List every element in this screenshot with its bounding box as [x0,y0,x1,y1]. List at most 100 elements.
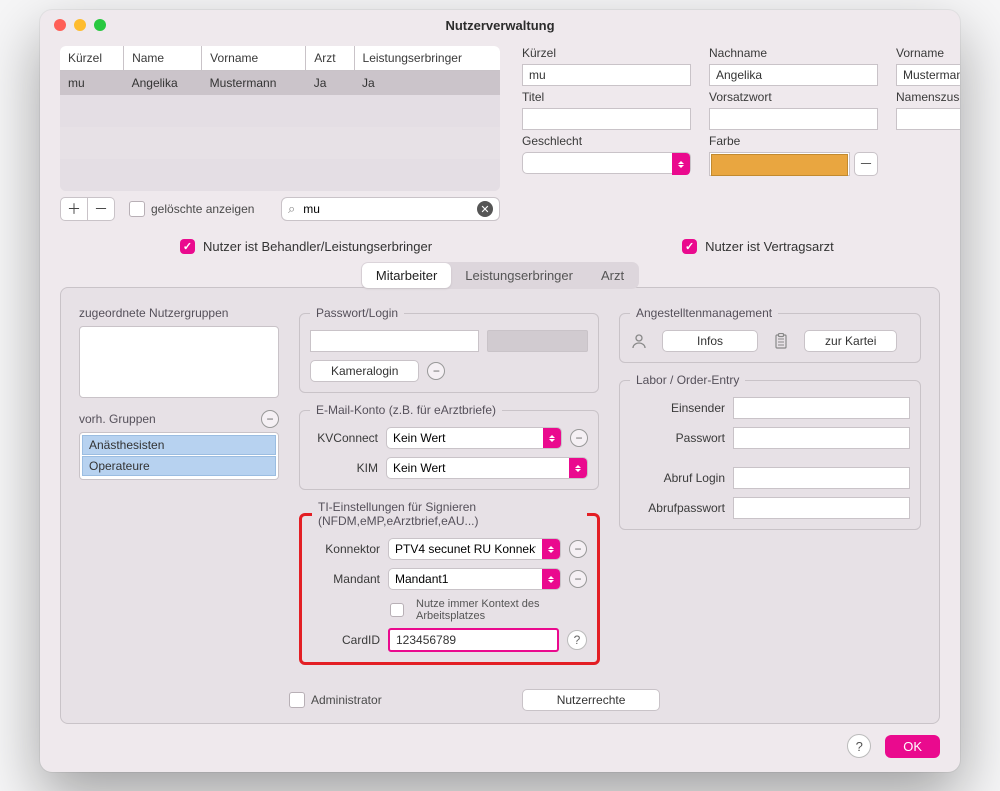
abruf-field[interactable] [733,467,910,489]
email-legend: E-Mail-Konto (z.B. für eArztbriefe) [310,403,502,417]
clipboard-icon [772,332,790,350]
remove-kameralogin-button[interactable]: − [427,362,445,380]
col-kuerzel[interactable]: Kürzel [60,46,124,71]
titel-field[interactable] [522,108,691,130]
table-row[interactable]: mu Angelika Mustermann Ja Ja [60,71,500,96]
geschlecht-select[interactable] [522,152,691,176]
tab-arzt[interactable]: Arzt [587,263,638,288]
geschlecht-label: Geschlecht [522,134,691,148]
table-row[interactable] [60,95,500,127]
vorsatz-label: Vorsatzwort [709,90,878,104]
titel-label: Titel [522,90,691,104]
ok-button[interactable]: OK [885,735,940,758]
mandant-select[interactable] [388,568,561,590]
kvconnect-label: KVConnect [310,431,378,445]
available-groups-list[interactable]: Anästhesisten Operateure [79,432,279,480]
kontext-toggle[interactable]: Nutze immer Kontext des Arbeitsplatzes [390,598,587,622]
checkmark-icon: ✓ [682,239,697,254]
checkbox-icon [289,692,305,708]
remove-group-button[interactable]: − [261,410,279,428]
login-legend: Passwort/Login [310,306,404,320]
checkbox-icon [129,201,145,217]
kvconnect-clear-button[interactable]: − [570,429,588,447]
table-row[interactable] [60,127,500,159]
vertragsarzt-toggle[interactable]: ✓ Nutzer ist Vertragsarzt [682,239,834,254]
add-user-button[interactable]: ＋ [60,197,88,221]
einsender-field[interactable] [733,397,910,419]
help-button[interactable]: ? [847,734,871,758]
checkbox-icon [390,603,404,617]
mgmt-fieldset: Angestelltenmanagement Infos zur Kartei [619,306,921,363]
mandant-clear-button[interactable]: − [569,570,587,588]
mandant-label: Mandant [312,572,380,586]
konnektor-clear-button[interactable]: − [569,540,587,558]
farbe-label: Farbe [709,134,878,148]
behandler-toggle[interactable]: ✓ Nutzer ist Behandler/Leistungserbringe… [180,239,432,254]
labor-passwort-label: Passwort [630,431,725,445]
administrator-toggle[interactable]: Administrator [289,692,382,708]
color-remove-button[interactable]: － [854,152,878,176]
vorname-field[interactable] [896,64,960,86]
titlebar: Nutzerverwaltung [40,10,960,40]
konnektor-label: Konnektor [312,542,380,556]
abrufpw-field[interactable] [733,497,910,519]
email-fieldset: E-Mail-Konto (z.B. für eArztbriefe) KVCo… [299,403,599,490]
login-fieldset: Passwort/Login Kameralogin − [299,306,599,393]
kim-label: KIM [310,461,378,475]
vorsatz-field[interactable] [709,108,878,130]
kameralogin-button[interactable]: Kameralogin [310,360,419,382]
nutzerrechte-button[interactable]: Nutzerrechte [522,689,661,711]
search-icon: ⌕ [288,201,295,217]
labor-legend: Labor / Order-Entry [630,373,745,387]
window: Nutzerverwaltung Kürzel Name Vorname Arz… [40,10,960,772]
nachname-label: Nachname [709,46,878,60]
clear-search-icon[interactable]: ✕ [477,201,493,217]
abruf-label: Abruf Login [630,471,725,485]
search-field[interactable] [301,201,471,217]
ti-legend: TI-Einstellungen für Signieren (NFDM,eMP… [312,500,587,528]
mgmt-legend: Angestelltenmanagement [630,306,778,320]
zur-kartei-button[interactable]: zur Kartei [804,330,897,352]
kvconnect-select[interactable] [386,427,562,449]
checkmark-icon: ✓ [180,239,195,254]
vorh-groups-label: vorh. Gruppen [79,412,156,426]
abrufpw-label: Abrufpasswort [630,501,725,515]
col-name[interactable]: Name [124,46,202,71]
col-arzt[interactable]: Arzt [306,46,354,71]
tab-mitarbeiter[interactable]: Mitarbeiter [362,263,451,288]
infos-button[interactable]: Infos [662,330,758,352]
chevron-updown-icon [569,458,587,478]
cardid-label: CardID [312,633,380,647]
namezu-field[interactable] [896,108,960,130]
col-le[interactable]: Leistungserbringer [354,46,500,71]
nachname-field[interactable] [709,64,878,86]
chevron-updown-icon [543,428,561,448]
assigned-groups-label: zugeordnete Nutzergruppen [79,306,279,320]
cardid-field[interactable] [388,628,559,652]
konnektor-select[interactable] [388,538,561,560]
users-table[interactable]: Kürzel Name Vorname Arzt Leistungserbrin… [60,46,500,191]
remove-user-button[interactable]: － [88,197,115,221]
labor-passwort-field[interactable] [733,427,910,449]
vorname-label: Vorname [896,46,960,60]
help-icon[interactable]: ? [567,630,587,650]
tabs: Mitarbeiter Leistungserbringer Arzt [361,262,639,289]
tab-leistungserbringer[interactable]: Leistungserbringer [451,263,587,288]
window-title: Nutzerverwaltung [40,18,960,33]
password-field[interactable] [310,330,479,352]
chevron-updown-icon [672,153,690,175]
einsender-label: Einsender [630,401,725,415]
person-icon [630,332,648,350]
kuerzel-field[interactable] [522,64,691,86]
kim-select[interactable] [386,457,588,479]
search-input[interactable]: ⌕ ✕ [281,197,500,221]
color-picker[interactable] [709,152,850,176]
ti-fieldset: TI-Einstellungen für Signieren (NFDM,eMP… [299,500,600,665]
show-deleted-toggle[interactable]: gelöschte anzeigen [129,201,254,217]
table-row[interactable] [60,159,500,191]
assigned-groups-list[interactable] [79,326,279,398]
list-item[interactable]: Operateure [82,456,276,476]
col-vorname[interactable]: Vorname [202,46,306,71]
list-item[interactable]: Anästhesisten [82,435,276,455]
password-disabled [487,330,588,352]
